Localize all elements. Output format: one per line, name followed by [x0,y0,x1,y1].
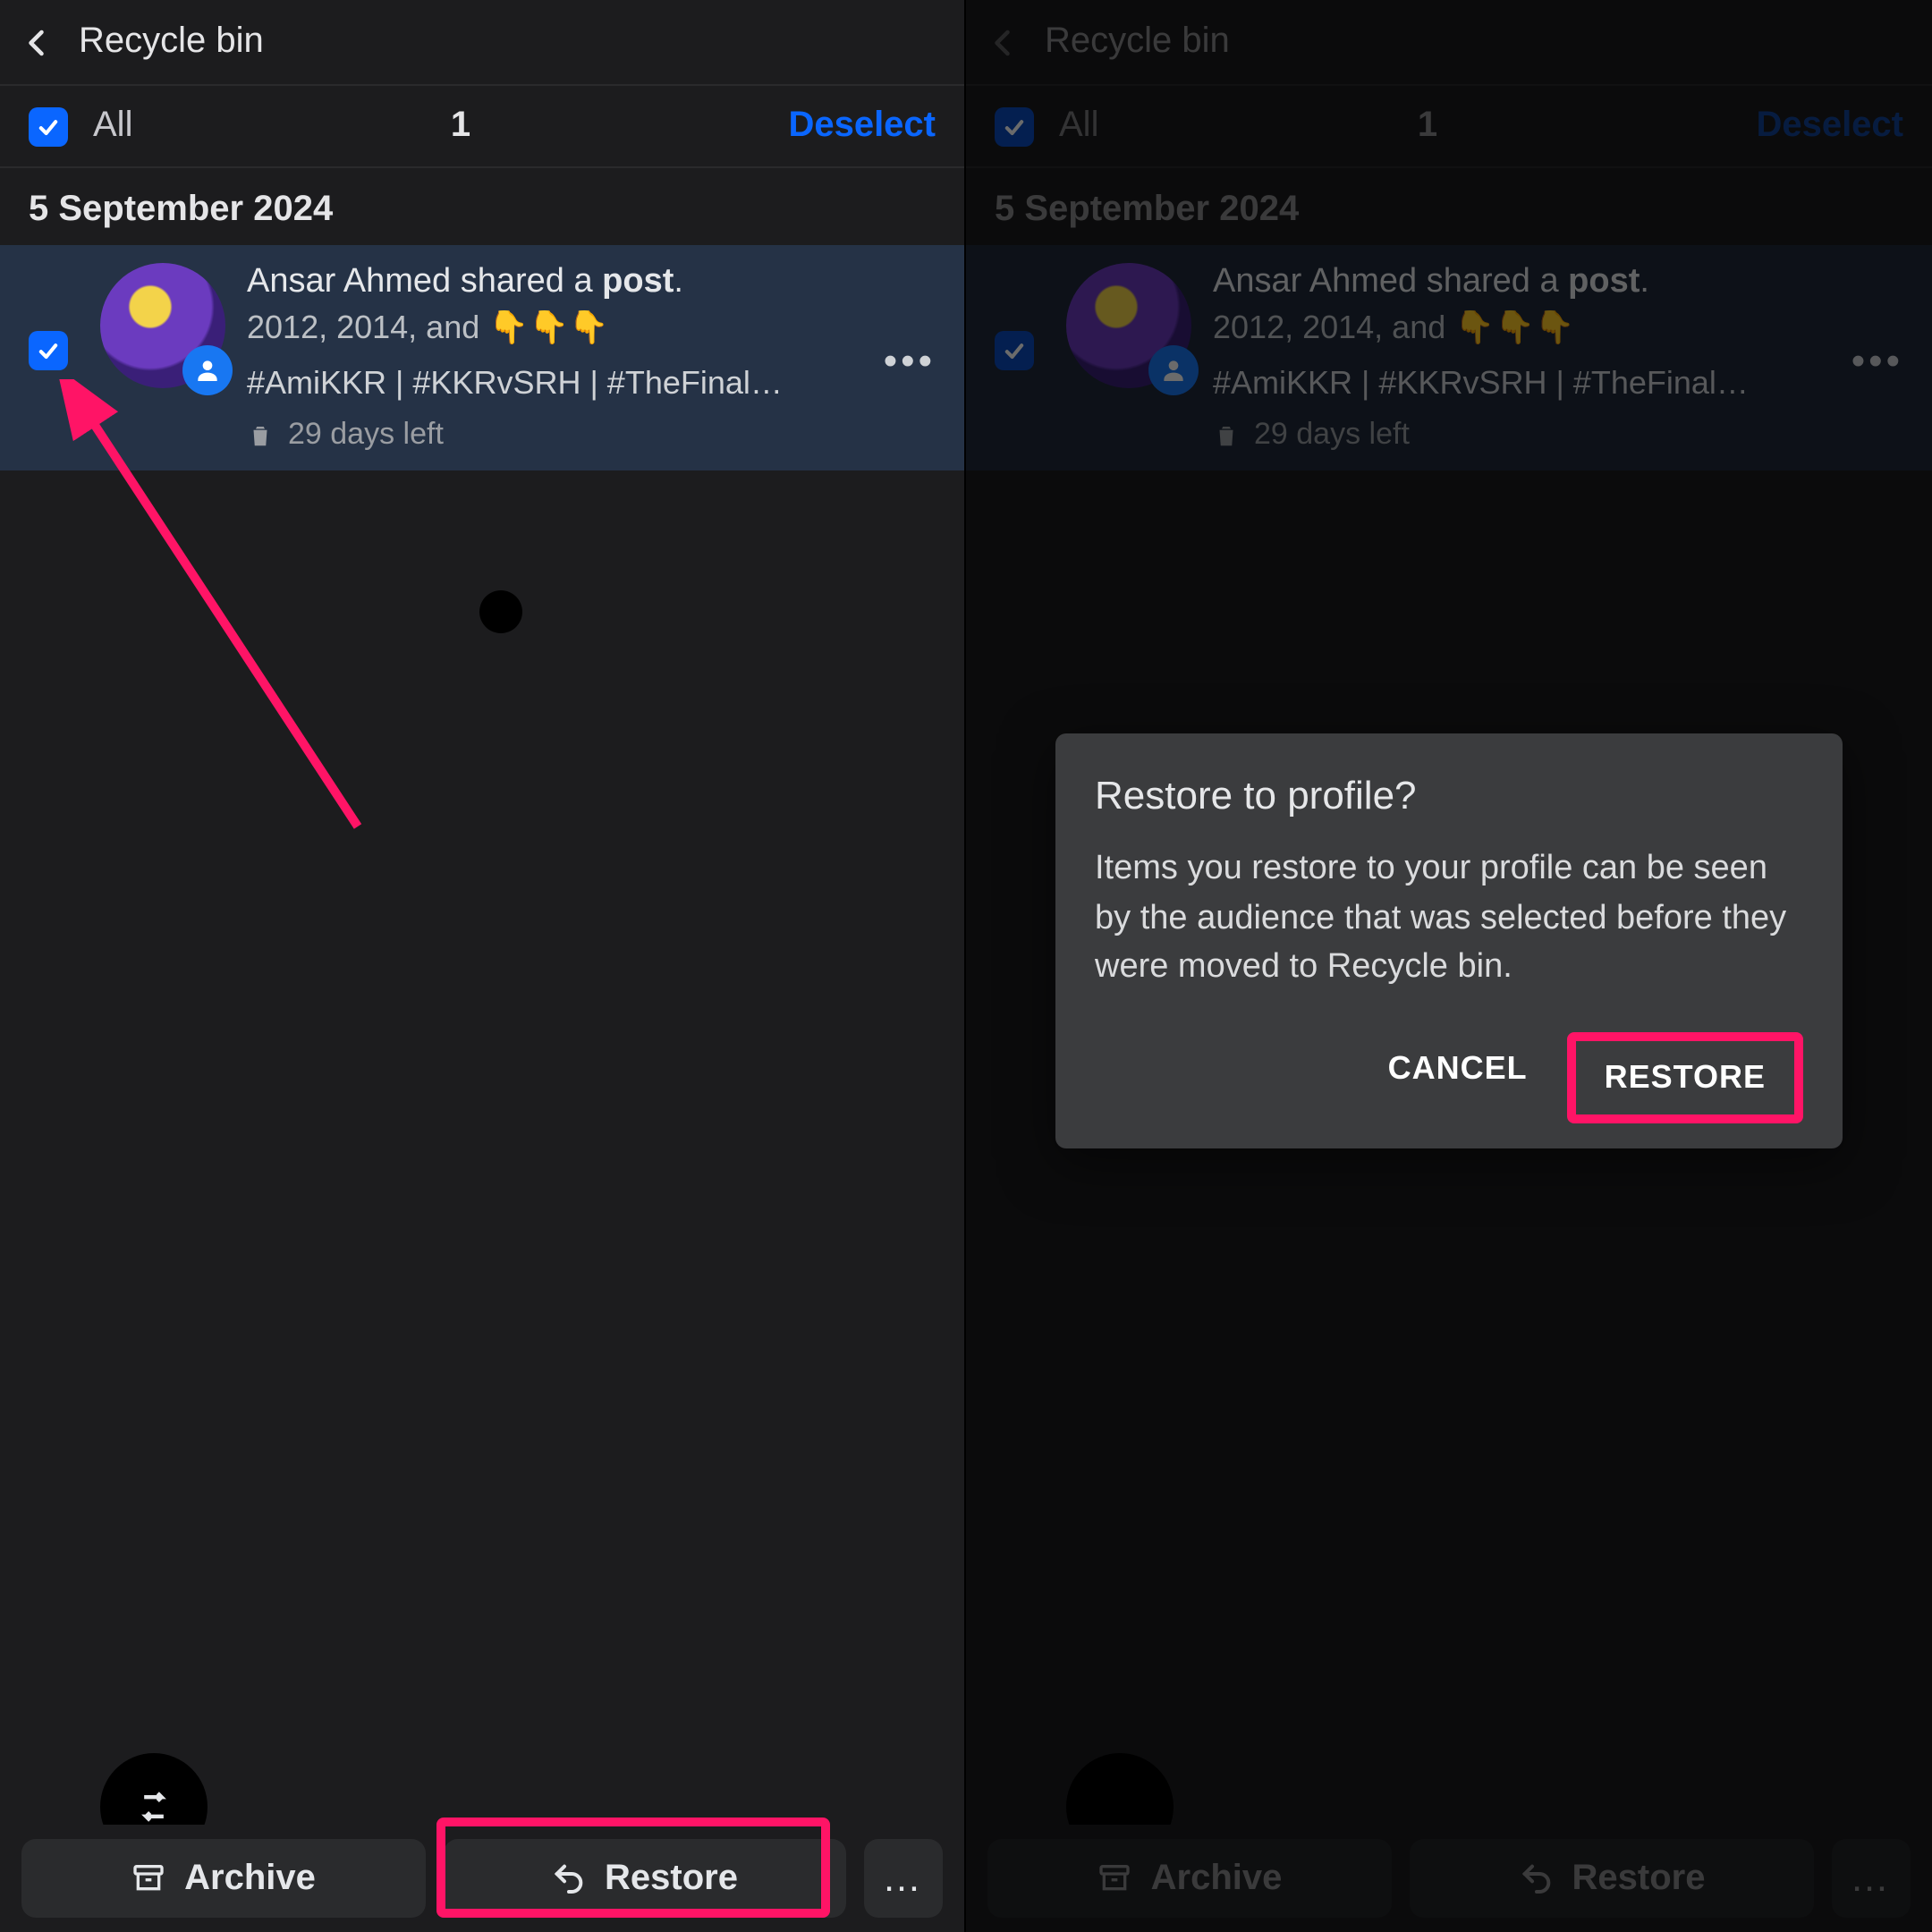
date-group-header: 5 September 2024 [0,168,964,245]
restore-dialog: Restore to profile? Items you restore to… [1055,733,1843,1148]
trash-icon [247,421,274,448]
post-more-icon[interactable]: ••• [873,331,946,392]
dialog-title: Restore to profile? [1095,773,1803,819]
app-header: Recycle bin [0,0,964,86]
dialog-body: Items you restore to your profile can be… [1095,844,1803,992]
back-icon[interactable] [21,26,54,58]
post-tags: #AmiKKR | #KKRvSRH | #TheFinal… [247,365,873,402]
dialog-restore-button[interactable]: RESTORE [1567,1031,1803,1123]
screen-restore-dialog: Recycle bin All 1 Deselect 5 September 2… [966,0,1932,1932]
archive-icon [131,1860,166,1896]
page-title: Recycle bin [79,21,264,63]
screen-recycle-bin-selected: Recycle bin All 1 Deselect 5 September 2… [0,0,966,1932]
post-title: Ansar Ahmed shared a post. [247,263,873,302]
annotation-highlight-restore [436,1818,830,1918]
select-all-label: All [93,106,132,147]
shared-badge-icon [182,345,233,395]
selected-count: 1 [132,106,788,147]
post-avatar [100,263,225,388]
deselect-button[interactable]: Deselect [788,106,936,147]
dialog-actions: CANCEL RESTORE [1095,1031,1803,1123]
archive-button[interactable]: Archive [21,1839,425,1918]
post-row[interactable]: Ansar Ahmed shared a post. 2012, 2014, a… [0,245,964,470]
post-checkbox[interactable] [29,331,68,370]
decorative-dot [479,590,522,633]
selection-bar: All 1 Deselect [0,86,964,168]
post-subtitle: 2012, 2014, and 👇👇👇 [247,309,873,347]
post-expiry: 29 days left [247,417,873,453]
more-actions-button[interactable]: … [864,1839,943,1918]
dialog-cancel-button[interactable]: CANCEL [1360,1031,1556,1123]
select-all-checkbox[interactable] [29,106,68,146]
post-body: Ansar Ahmed shared a post. 2012, 2014, a… [247,263,873,453]
